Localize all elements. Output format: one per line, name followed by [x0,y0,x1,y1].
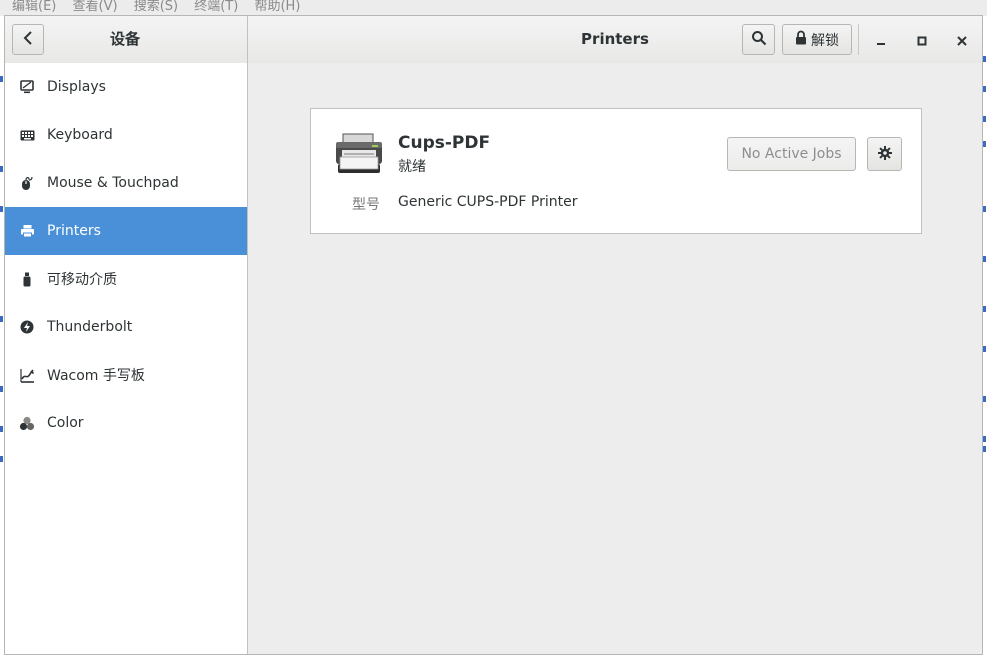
minimize-icon [876,31,886,50]
header-bar: 设备 Printers 解锁 [5,16,982,64]
printer-icon [19,223,35,239]
no-active-jobs-button[interactable]: No Active Jobs [727,137,856,171]
sidebar-item-label: Wacom 手写板 [47,368,145,384]
sidebar-item-label: 可移动介质 [47,272,117,288]
mouse-icon [19,175,35,191]
close-icon [957,31,967,50]
jobs-button-label: No Active Jobs [741,146,842,162]
maximize-button[interactable] [908,26,936,54]
tablet-icon [19,367,35,383]
keyboard-icon [19,127,35,143]
background-menubar: 编辑(E) 查看(V) 搜索(S) 终端(T) 帮助(H) [0,0,987,16]
header-separator [858,24,859,55]
sidebar-item-label: Mouse & Touchpad [47,175,179,191]
bg-menu-search: 搜索(S) [133,0,179,14]
sidebar-item-wacom[interactable]: Wacom 手写板 [5,351,247,399]
thunderbolt-icon [19,319,35,335]
sidebar-title: 设备 [109,30,140,48]
bg-menu-view: 查看(V) [72,0,118,14]
unlock-button[interactable]: 解锁 [782,24,852,55]
sidebar-item-printers[interactable]: Printers [5,207,247,255]
bg-menu-terminal: 终端(T) [194,0,239,14]
printer-model-label: 型号 [352,197,380,213]
color-icon [19,415,35,431]
unlock-label: 解锁 [811,32,839,49]
search-button[interactable] [742,24,775,55]
sidebar: Displays Keyboard Mouse & Touchpad Print… [5,63,248,654]
printer-status: 就绪 [398,159,426,175]
sidebar-item-displays[interactable]: Displays [5,63,247,111]
sidebar-item-label: Displays [47,79,106,95]
settings-window: 设备 Printers 解锁 Displays Keyboard Mouse &… [4,15,983,655]
printer-image-icon [334,133,384,175]
display-icon [19,79,35,95]
sidebar-item-label: Color [47,415,84,431]
sidebar-item-removable-media[interactable]: 可移动介质 [5,255,247,303]
printer-settings-button[interactable] [867,137,902,171]
printer-name: Cups-PDF [398,133,491,153]
main-content: Cups-PDF 就绪 型号 Generic CUPS-PDF Printer … [248,63,982,654]
sidebar-item-color[interactable]: Color [5,399,247,447]
sidebar-item-mouse-touchpad[interactable]: Mouse & Touchpad [5,159,247,207]
search-icon [751,30,767,50]
printer-card: Cups-PDF 就绪 型号 Generic CUPS-PDF Printer … [310,108,922,234]
minimize-button[interactable] [867,26,895,54]
printer-model: Generic CUPS-PDF Printer [398,194,578,210]
close-button[interactable] [948,26,976,54]
removable-media-icon [19,271,35,287]
sidebar-item-thunderbolt[interactable]: Thunderbolt [5,303,247,351]
header-sidebar-section: 设备 [5,16,248,63]
gear-icon [877,145,892,164]
lock-icon [795,30,807,49]
sidebar-item-label: Printers [47,223,101,239]
bg-menu-help: 帮助(H) [254,0,301,14]
sidebar-item-keyboard[interactable]: Keyboard [5,111,247,159]
sidebar-item-label: Thunderbolt [47,319,133,335]
bg-menu-edit: 编辑(E) [12,0,57,14]
background-terminal-right [983,16,987,655]
chevron-left-icon [23,30,33,49]
back-button[interactable] [12,24,44,55]
maximize-icon [917,31,927,50]
sidebar-item-label: Keyboard [47,127,113,143]
